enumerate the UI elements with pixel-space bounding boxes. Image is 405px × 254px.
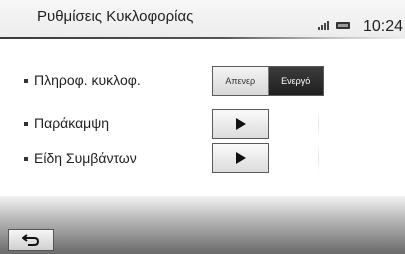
clock: 10:24: [363, 18, 404, 35]
play-arrow-icon: [235, 118, 246, 130]
bullet-icon: [24, 157, 28, 161]
signal-strength-icon: [318, 21, 332, 30]
header-divider: [0, 37, 405, 39]
traffic-info-toggle[interactable]: Απενερ Ενεργό: [212, 66, 324, 96]
event-types-play-button[interactable]: [212, 143, 269, 173]
traffic-info-label: Πληροφ. κυκλοφ.: [34, 72, 141, 88]
toggle-off-option[interactable]: Απενερ: [213, 67, 269, 95]
traffic-settings-screen: Ρυθμίσεις Κυκλοφορίας 10:24 Πληροφ. κυκλ…: [0, 0, 405, 254]
bullet-icon: [24, 122, 28, 126]
toggle-on-option[interactable]: Ενεργό: [268, 67, 323, 95]
detour-play-button[interactable]: [212, 109, 269, 139]
page-title: Ρυθμίσεις Κυκλοφορίας: [37, 8, 194, 25]
bottom-bar: [0, 196, 405, 254]
detour-label: Παράκαμψη: [34, 115, 110, 131]
divider: [318, 143, 319, 173]
back-button[interactable]: [8, 229, 54, 251]
header-bar: Ρυθμίσεις Κυκλοφορίας 10:24: [0, 0, 405, 38]
back-arrow-icon: [22, 234, 40, 246]
divider: [318, 109, 319, 139]
battery-icon: [336, 22, 350, 29]
play-arrow-icon: [235, 152, 246, 164]
bullet-icon: [24, 79, 28, 83]
event-types-label: Είδη Συμβάντων: [34, 150, 137, 166]
